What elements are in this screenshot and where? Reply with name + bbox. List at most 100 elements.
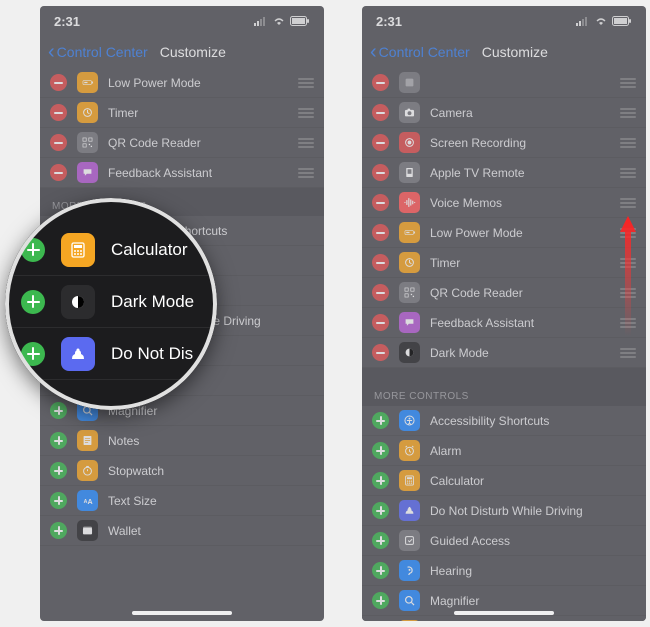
control-row[interactable]: Feedback Assistant [362,308,646,338]
add-button[interactable] [372,562,389,579]
guided-icon [399,530,420,551]
control-row[interactable]: Notes [362,616,646,621]
status-indicators [576,16,632,26]
back-button[interactable]: ‹ Control Center [48,42,148,62]
control-row[interactable]: Timer [40,98,324,128]
lowpower-icon [77,72,98,93]
control-row[interactable]: Feedback Assistant [40,158,324,188]
control-row[interactable]: Accessibility Shortcuts [362,406,646,436]
reorder-handle[interactable] [298,108,314,118]
reorder-handle[interactable] [620,108,636,118]
remove-button[interactable] [50,164,67,181]
control-row[interactable]: Do Not Disturb While Driving [362,496,646,526]
wifi-icon [272,16,286,26]
reorder-handle[interactable] [620,348,636,358]
control-row[interactable]: Guided Access [362,526,646,556]
reorder-handle[interactable] [620,138,636,148]
home-indicator[interactable] [454,611,554,615]
notes-icon [399,620,420,621]
control-label: Timer [108,106,298,120]
add-button[interactable] [50,402,67,419]
control-row[interactable]: Low Power Mode [362,218,646,248]
control-row[interactable]: Screen Recording [362,128,646,158]
back-button[interactable]: ‹ Control Center [370,42,470,62]
reorder-handle[interactable] [620,168,636,178]
stop-icon [77,460,98,481]
remove-button[interactable] [372,224,389,241]
control-row[interactable]: Stopwatch [40,456,324,486]
control-row[interactable]: Timer [362,248,646,278]
control-row[interactable]: QR Code Reader [40,128,324,158]
reorder-handle[interactable] [620,198,636,208]
control-row[interactable]: QR Code Reader [362,278,646,308]
remove-button[interactable] [372,134,389,151]
add-button[interactable] [21,290,45,314]
remove-button[interactable] [50,74,67,91]
control-row[interactable]: Dark Mode [362,338,646,368]
calc-icon [399,470,420,491]
remove-button[interactable] [372,344,389,361]
control-label: Text Size [108,494,314,508]
add-button[interactable] [50,492,67,509]
dnd-icon [399,500,420,521]
control-label: Notes [108,434,314,448]
add-button[interactable] [50,462,67,479]
reorder-handle[interactable] [298,138,314,148]
remove-button[interactable] [50,104,67,121]
add-button[interactable] [21,238,45,262]
remove-button[interactable] [372,194,389,211]
add-button[interactable] [50,432,67,449]
control-row[interactable]: Alarm [362,436,646,466]
battery-icon [290,16,310,26]
remove-button[interactable] [372,164,389,181]
status-time: 2:31 [54,14,80,29]
remove-button[interactable] [372,254,389,271]
add-button[interactable] [21,342,45,366]
dnd-icon [61,337,95,371]
reorder-handle[interactable] [620,78,636,88]
voice-icon [399,192,420,213]
page-title: Customize [482,44,548,60]
control-row[interactable]: AAText Size [40,486,324,516]
zoom-callout: CalculatorDark Mode Do Not Dis [5,198,217,410]
add-button[interactable] [372,592,389,609]
status-bar: 2:31 [362,6,646,36]
control-row[interactable]: Do Not Dis [5,328,217,380]
right-list[interactable]: Camera Screen Recording Apple TV RemoteVoi… [362,68,646,621]
add-button[interactable] [372,442,389,459]
control-row[interactable]: Camera [362,98,646,128]
control-label: QR Code Reader [108,136,298,150]
control-row[interactable]: Apple TV Remote [362,158,646,188]
control-row[interactable]: Calculator [362,466,646,496]
control-row[interactable]: Notes [40,426,324,456]
remove-button[interactable] [372,104,389,121]
wallet-icon [77,520,98,541]
control-row[interactable]: Wallet [40,516,324,546]
home-indicator[interactable] [132,611,232,615]
reorder-handle[interactable] [298,78,314,88]
control-row[interactable]: Hearing [362,556,646,586]
add-button[interactable] [372,412,389,429]
control-label: Wallet [108,524,314,538]
control-label: Screen Recording [430,136,620,150]
control-row[interactable]: Calculator [5,224,217,276]
control-label: Camera [430,106,620,120]
control-label: Accessibility Shortcuts [430,414,636,428]
remove-button[interactable] [50,134,67,151]
control-row[interactable]: Low Power Mode [40,68,324,98]
scroll-up-arrow [620,216,636,336]
remove-button[interactable] [372,74,389,91]
add-button[interactable] [372,502,389,519]
add-button[interactable] [372,532,389,549]
timer-icon [399,252,420,273]
control-row[interactable] [362,68,646,98]
add-button[interactable] [372,472,389,489]
reorder-handle[interactable] [298,168,314,178]
control-row[interactable]: Voice Memos [362,188,646,218]
add-button[interactable] [50,522,67,539]
remove-button[interactable] [372,284,389,301]
remove-button[interactable] [372,314,389,331]
control-row[interactable]: Dark Mode [5,276,217,328]
blank-icon [399,72,420,93]
control-label: Do Not Dis [111,344,217,364]
